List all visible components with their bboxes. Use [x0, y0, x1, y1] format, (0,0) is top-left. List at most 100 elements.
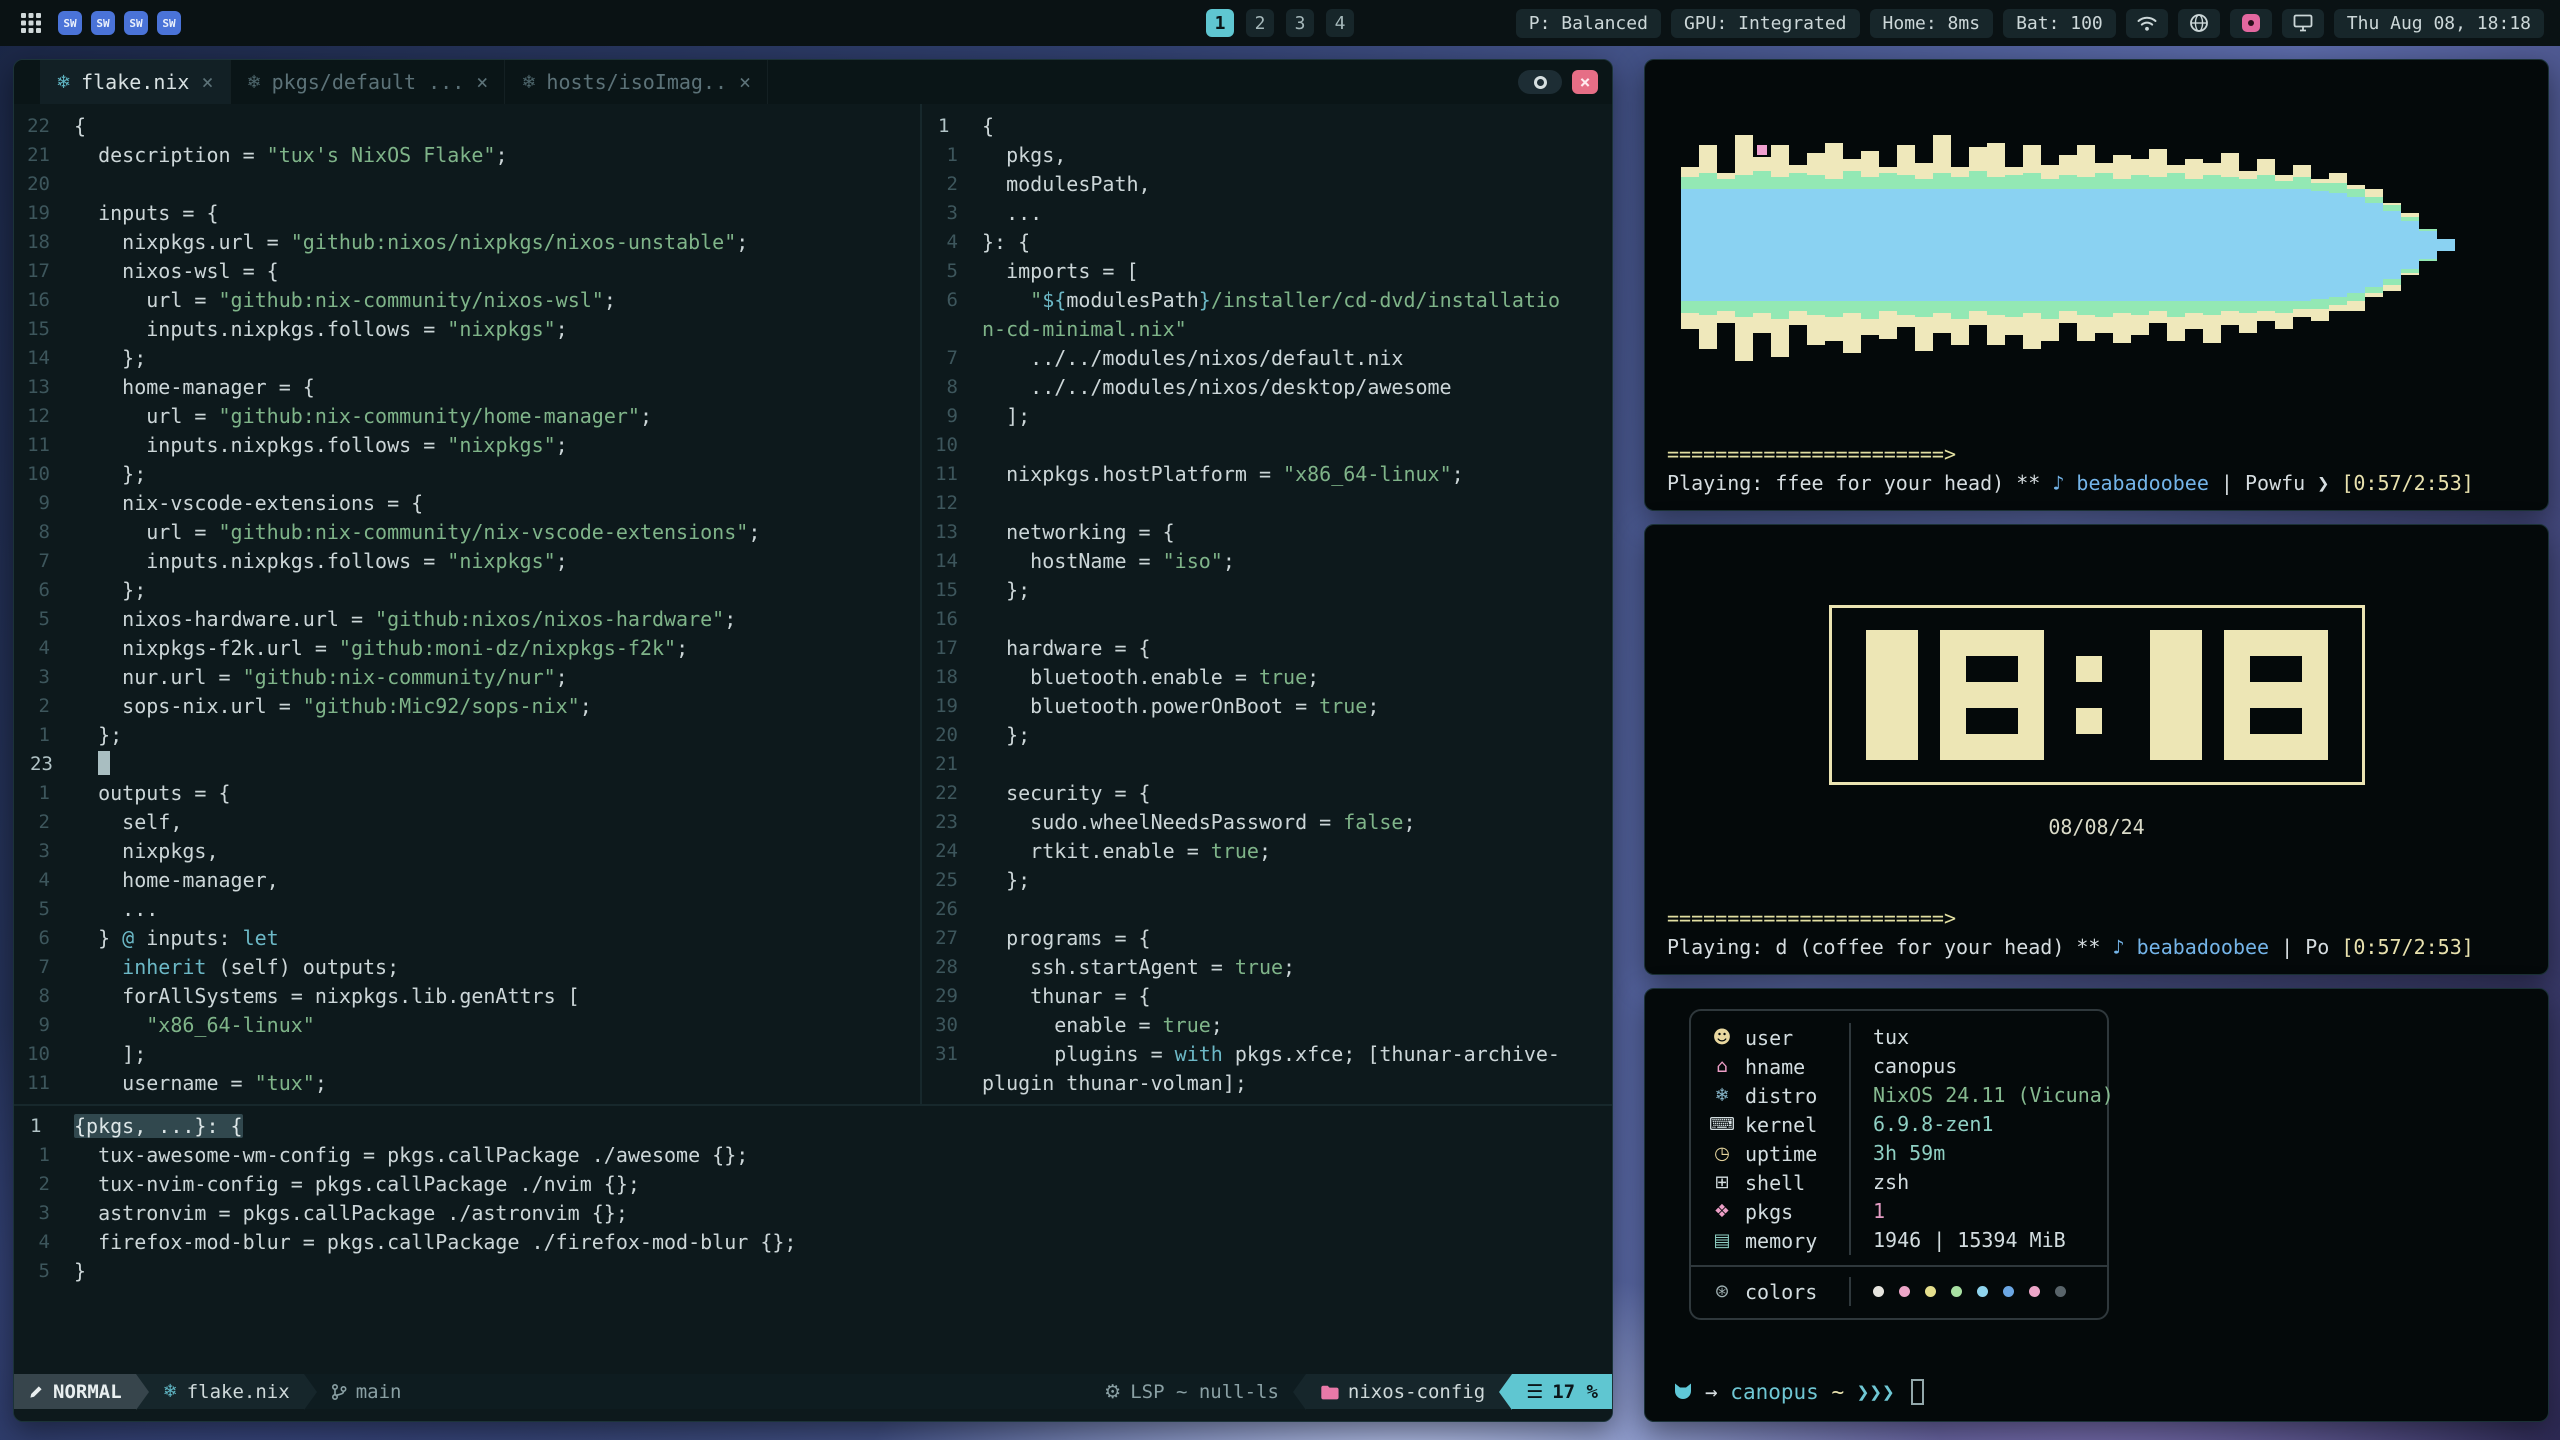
- code-line[interactable]: 15 inputs.nixpkgs.follows = "nixpkgs";: [14, 315, 920, 344]
- code-line[interactable]: n-cd-minimal.nix": [922, 315, 1612, 344]
- code-line[interactable]: 2 self,: [14, 808, 920, 837]
- workspace-button[interactable]: 1: [1206, 9, 1234, 37]
- code-line[interactable]: 4}: {: [922, 228, 1612, 257]
- lsp-status[interactable]: ⚙ LSP ~ null-ls: [1090, 1374, 1293, 1409]
- code-line[interactable]: 8 forAllSystems = nixpkgs.lib.genAttrs [: [14, 982, 920, 1011]
- tab-close-icon[interactable]: ×: [739, 70, 751, 94]
- command-line[interactable]: [14, 1409, 1612, 1422]
- code-line[interactable]: 6 } @ inputs: let: [14, 924, 920, 953]
- code-line[interactable]: 25 };: [922, 866, 1612, 895]
- code-line[interactable]: 1 };: [14, 721, 920, 750]
- code-line[interactable]: 30 enable = true;: [922, 1011, 1612, 1040]
- git-branch[interactable]: main: [317, 1374, 416, 1409]
- code-line[interactable]: 2 modulesPath,: [922, 170, 1612, 199]
- window-close-button[interactable]: ×: [1572, 70, 1598, 94]
- code-line[interactable]: 10 };: [14, 460, 920, 489]
- fetch-terminal[interactable]: ☻usertux⌂hnamecanopus❄distroNixOS 24.11 …: [1644, 988, 2549, 1422]
- code-line[interactable]: 1{pkgs, ...}: {: [14, 1112, 1612, 1141]
- display-chip[interactable]: [2282, 9, 2324, 38]
- clock-terminal[interactable]: 08/08/24 =======================> Playin…: [1644, 524, 2549, 975]
- code-line[interactable]: 3 astronvim = pkgs.callPackage ./astronv…: [14, 1199, 1612, 1228]
- code-line[interactable]: 10: [922, 431, 1612, 460]
- editor-tab[interactable]: ❄pkgs/default ...×: [231, 60, 506, 104]
- workspace-button[interactable]: 3: [1286, 9, 1314, 37]
- code-line[interactable]: 1 outputs = {: [14, 779, 920, 808]
- workspace-button[interactable]: 2: [1246, 9, 1274, 37]
- code-line[interactable]: 27 programs = {: [922, 924, 1612, 953]
- workspace-tag[interactable]: SW: [157, 11, 181, 35]
- code-line[interactable]: 22{: [14, 112, 920, 141]
- editor-tab[interactable]: ❄hosts/isoImag..×: [505, 60, 768, 104]
- editor-pane-bottom[interactable]: 1{pkgs, ...}: {1 tux-awesome-wm-config =…: [14, 1106, 1612, 1374]
- code-line[interactable]: 5}: [14, 1257, 1612, 1286]
- statusline-file[interactable]: ❄ flake.nix: [149, 1374, 304, 1409]
- code-line[interactable]: 2 tux-nvim-config = pkgs.callPackage ./n…: [14, 1170, 1612, 1199]
- shell-prompt[interactable]: → canopus ~ ❯❯❯: [1671, 1379, 1924, 1405]
- code-line[interactable]: 28 ssh.startAgent = true;: [922, 953, 1612, 982]
- code-line[interactable]: 10 ];: [14, 1040, 920, 1069]
- code-line[interactable]: 1 pkgs,: [922, 141, 1612, 170]
- code-line[interactable]: 1{: [922, 112, 1612, 141]
- code-line[interactable]: 19 bluetooth.powerOnBoot = true;: [922, 692, 1612, 721]
- code-line[interactable]: 26: [922, 895, 1612, 924]
- code-line[interactable]: 18 nixpkgs.url = "github:nixos/nixpkgs/n…: [14, 228, 920, 257]
- code-line[interactable]: 7 ../../modules/nixos/default.nix: [922, 344, 1612, 373]
- code-line[interactable]: 3 nixpkgs,: [14, 837, 920, 866]
- code-line[interactable]: 9 ];: [922, 402, 1612, 431]
- code-line[interactable]: 3 nur.url = "github:nix-community/nur";: [14, 663, 920, 692]
- code-line[interactable]: 16 url = "github:nix-community/nixos-wsl…: [14, 286, 920, 315]
- code-line[interactable]: 14 };: [14, 344, 920, 373]
- code-line[interactable]: 5 imports = [: [922, 257, 1612, 286]
- code-line[interactable]: 5 nixos-hardware.url = "github:nixos/nix…: [14, 605, 920, 634]
- datetime[interactable]: Thu Aug 08, 18:18: [2334, 9, 2544, 38]
- workspace-tag[interactable]: SW: [124, 11, 148, 35]
- code-line[interactable]: 9 nix-vscode-extensions = {: [14, 489, 920, 518]
- network-chip[interactable]: [2178, 9, 2220, 38]
- wifi-chip[interactable]: [2126, 9, 2168, 38]
- workspace-tag[interactable]: SW: [58, 11, 82, 35]
- code-line[interactable]: 11 inputs.nixpkgs.follows = "nixpkgs";: [14, 431, 920, 460]
- code-line[interactable]: 13 home-manager = {: [14, 373, 920, 402]
- editor-pane-left[interactable]: 22{21 description = "tux's NixOS Flake";…: [14, 104, 920, 1104]
- code-line[interactable]: 6 "${modulesPath}/installer/cd-dvd/insta…: [922, 286, 1612, 315]
- code-line[interactable]: 9 "x86_64-linux": [14, 1011, 920, 1040]
- code-line[interactable]: 17 hardware = {: [922, 634, 1612, 663]
- code-line[interactable]: 8 url = "github:nix-community/nix-vscode…: [14, 518, 920, 547]
- code-line[interactable]: 1 tux-awesome-wm-config = pkgs.callPacka…: [14, 1141, 1612, 1170]
- code-line[interactable]: 20: [14, 170, 920, 199]
- editor-pane-right[interactable]: 1{1 pkgs,2 modulesPath,3 ...4}: {5 impor…: [922, 104, 1612, 1104]
- code-line[interactable]: 13 networking = {: [922, 518, 1612, 547]
- code-line[interactable]: 11 username = "tux";: [14, 1069, 920, 1098]
- code-line[interactable]: 12 url = "github:nix-community/home-mana…: [14, 402, 920, 431]
- tab-close-icon[interactable]: ×: [201, 70, 213, 94]
- code-line[interactable]: 19 inputs = {: [14, 199, 920, 228]
- code-line[interactable]: 7 inputs.nixpkgs.follows = "nixpkgs";: [14, 547, 920, 576]
- music-chip[interactable]: [2230, 9, 2272, 38]
- workspace-button[interactable]: 4: [1326, 9, 1354, 37]
- visualizer-terminal[interactable]: =======================> Playing: ffee f…: [1644, 59, 2549, 511]
- code-line[interactable]: plugin thunar-volman];: [922, 1069, 1612, 1098]
- toggle-button[interactable]: [1518, 70, 1562, 94]
- code-line[interactable]: 24 rtkit.enable = true;: [922, 837, 1612, 866]
- code-line[interactable]: 15 };: [922, 576, 1612, 605]
- code-line[interactable]: 20 };: [922, 721, 1612, 750]
- code-line[interactable]: 23 sudo.wheelNeedsPassword = false;: [922, 808, 1612, 837]
- code-line[interactable]: 14 hostName = "iso";: [922, 547, 1612, 576]
- workspace-tag[interactable]: SW: [91, 11, 115, 35]
- app-launcher-button[interactable]: [16, 8, 46, 38]
- code-line[interactable]: 17 nixos-wsl = {: [14, 257, 920, 286]
- code-line[interactable]: 23: [14, 750, 920, 779]
- tab-close-icon[interactable]: ×: [476, 70, 488, 94]
- code-line[interactable]: 22 security = {: [922, 779, 1612, 808]
- code-line[interactable]: 6 };: [14, 576, 920, 605]
- code-line[interactable]: 21 description = "tux's NixOS Flake";: [14, 141, 920, 170]
- code-line[interactable]: 4 nixpkgs-f2k.url = "github:moni-dz/nixp…: [14, 634, 920, 663]
- code-line[interactable]: 29 thunar = {: [922, 982, 1612, 1011]
- code-line[interactable]: 2 sops-nix.url = "github:Mic92/sops-nix"…: [14, 692, 920, 721]
- editor-tab[interactable]: ❄flake.nix×: [40, 60, 231, 104]
- code-line[interactable]: 5 ...: [14, 895, 920, 924]
- code-line[interactable]: 18 bluetooth.enable = true;: [922, 663, 1612, 692]
- project-indicator[interactable]: nixos-config: [1306, 1374, 1499, 1409]
- code-line[interactable]: 3 ...: [922, 199, 1612, 228]
- code-line[interactable]: 4 firefox-mod-blur = pkgs.callPackage ./…: [14, 1228, 1612, 1257]
